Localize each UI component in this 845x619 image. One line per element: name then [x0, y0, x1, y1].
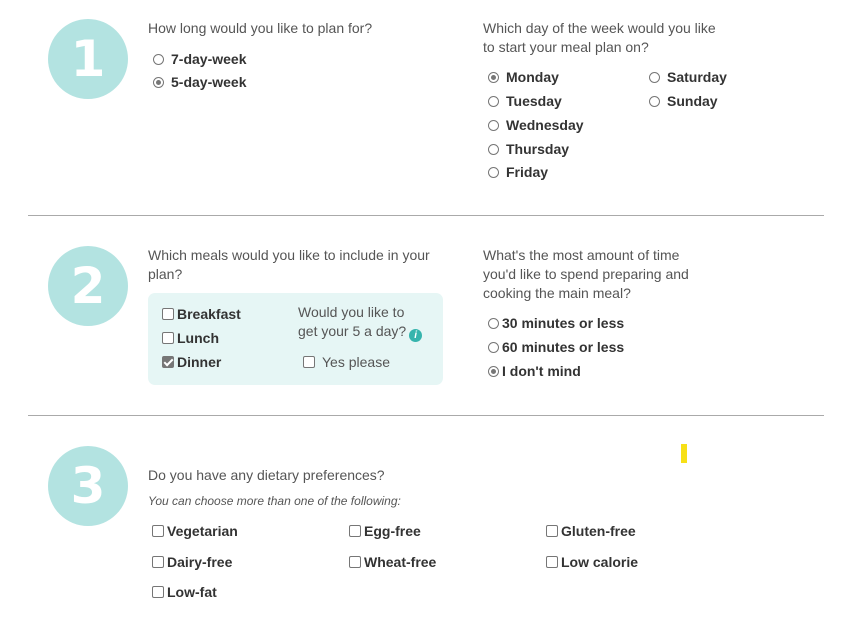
pref-label: Gluten-free: [561, 523, 636, 539]
meals-question-line: plan?: [148, 266, 183, 282]
wednesday-radio[interactable]: [488, 119, 499, 131]
highlight-mark: [681, 444, 687, 463]
day-option-sunday[interactable]: Sunday: [649, 91, 718, 111]
vegetarian-checkbox[interactable]: [152, 525, 164, 537]
day-option-monday[interactable]: Monday: [488, 67, 559, 87]
dinner-checkbox[interactable]: [162, 356, 174, 368]
dont-mind-radio[interactable]: [488, 365, 499, 377]
day-label: Saturday: [667, 69, 727, 85]
time-label: 60 minutes or less: [502, 339, 625, 355]
sunday-radio[interactable]: [649, 95, 660, 107]
plan-option-5-day-week[interactable]: 5-day-week: [153, 72, 246, 92]
day-option-friday[interactable]: Friday: [488, 162, 548, 182]
day-label: Thursday: [506, 141, 570, 157]
wheat-free-checkbox[interactable]: [349, 556, 361, 568]
day-label: Sunday: [667, 93, 718, 109]
info-icon[interactable]: i: [409, 329, 423, 342]
pref-label: Wheat-free: [364, 554, 437, 570]
pref-option-gluten-free[interactable]: Gluten-free: [546, 521, 636, 541]
meal-label: Lunch: [177, 330, 219, 346]
time-option-dont-mind[interactable]: I don't mind: [488, 361, 581, 381]
low-fat-checkbox[interactable]: [152, 586, 164, 598]
section-divider: [28, 415, 824, 416]
plan-7-day-radio[interactable]: [153, 53, 164, 65]
friday-radio[interactable]: [488, 166, 499, 178]
lunch-checkbox[interactable]: [162, 332, 174, 344]
plan-option-label: 5-day-week: [171, 74, 247, 90]
section-divider: [28, 215, 824, 216]
pref-option-wheat-free[interactable]: Wheat-free: [349, 552, 436, 572]
meals-question-line: Which meals would you like to include in…: [148, 247, 430, 263]
pref-option-dairy-free[interactable]: Dairy-free: [152, 552, 232, 572]
time-label: I don't mind: [502, 363, 581, 379]
meal-label: Breakfast: [177, 306, 241, 322]
pref-label: Egg-free: [364, 523, 421, 539]
time-question: What's the most amount of time you'd lik…: [483, 246, 689, 303]
tuesday-radio[interactable]: [488, 95, 499, 107]
saturday-radio[interactable]: [649, 71, 660, 83]
day-label: Wednesday: [506, 117, 584, 133]
breakfast-checkbox[interactable]: [162, 308, 174, 320]
thursday-radio[interactable]: [488, 143, 499, 155]
five-a-day-label: Yes please: [322, 354, 390, 370]
egg-free-checkbox[interactable]: [349, 525, 361, 537]
start-day-question: Which day of the week would you like to …: [483, 19, 716, 57]
yes-please-checkbox[interactable]: [303, 356, 315, 368]
meal-option-dinner[interactable]: Dinner: [162, 352, 221, 372]
time-question-line: What's the most amount of time: [483, 247, 680, 263]
day-option-thursday[interactable]: Thursday: [488, 139, 569, 159]
day-option-saturday[interactable]: Saturday: [649, 67, 727, 87]
five-a-day-question-line: Would you like to: [298, 304, 405, 320]
meal-option-lunch[interactable]: Lunch: [162, 328, 219, 348]
time-question-line: cooking the main meal?: [483, 285, 631, 301]
dietary-question: Do you have any dietary preferences?: [148, 467, 385, 483]
plan-5-day-radio[interactable]: [153, 76, 164, 88]
day-label: Tuesday: [506, 93, 562, 109]
time-label: 30 minutes or less: [502, 315, 625, 331]
plan-length-question: How long would you like to plan for?: [148, 20, 373, 36]
pref-label: Vegetarian: [167, 523, 238, 539]
dietary-hint: You can choose more than one of the foll…: [148, 494, 401, 508]
step-number-1: 1: [48, 19, 128, 99]
pref-option-egg-free[interactable]: Egg-free: [349, 521, 421, 541]
30-minutes-radio[interactable]: [488, 317, 499, 329]
start-day-question-line: to start your meal plan on?: [483, 39, 649, 55]
meal-option-breakfast[interactable]: Breakfast: [162, 304, 241, 324]
meal-label: Dinner: [177, 354, 222, 370]
pref-option-low-fat[interactable]: Low-fat: [152, 582, 217, 602]
pref-label: Dairy-free: [167, 554, 233, 570]
step-number-3: 3: [48, 446, 128, 526]
five-a-day-option[interactable]: Yes please: [303, 352, 390, 372]
pref-label: Low calorie: [561, 554, 639, 570]
day-option-tuesday[interactable]: Tuesday: [488, 91, 562, 111]
day-option-wednesday[interactable]: Wednesday: [488, 115, 584, 135]
pref-option-vegetarian[interactable]: Vegetarian: [152, 521, 238, 541]
monday-radio[interactable]: [488, 71, 499, 83]
pref-option-low-calorie[interactable]: Low calorie: [546, 552, 638, 572]
step-number-2: 2: [48, 246, 128, 326]
plan-option-label: 7-day-week: [171, 51, 247, 67]
five-a-day-question-line: get your 5 a day?: [298, 323, 407, 339]
plan-option-7-day-week[interactable]: 7-day-week: [153, 49, 246, 69]
five-a-day-question: Would you like to get your 5 a day? i: [298, 303, 423, 342]
day-label: Friday: [506, 164, 549, 180]
low-calorie-checkbox[interactable]: [546, 556, 558, 568]
dairy-free-checkbox[interactable]: [152, 556, 164, 568]
day-label: Monday: [506, 69, 559, 85]
gluten-free-checkbox[interactable]: [546, 525, 558, 537]
pref-label: Low-fat: [167, 584, 217, 600]
time-option-30-minutes[interactable]: 30 minutes or less: [488, 313, 624, 333]
start-day-question-line: Which day of the week would you like: [483, 20, 716, 36]
time-question-line: you'd like to spend preparing and: [483, 266, 689, 282]
60-minutes-radio[interactable]: [488, 341, 499, 353]
time-option-60-minutes[interactable]: 60 minutes or less: [488, 337, 624, 357]
meals-question: Which meals would you like to include in…: [148, 246, 430, 284]
